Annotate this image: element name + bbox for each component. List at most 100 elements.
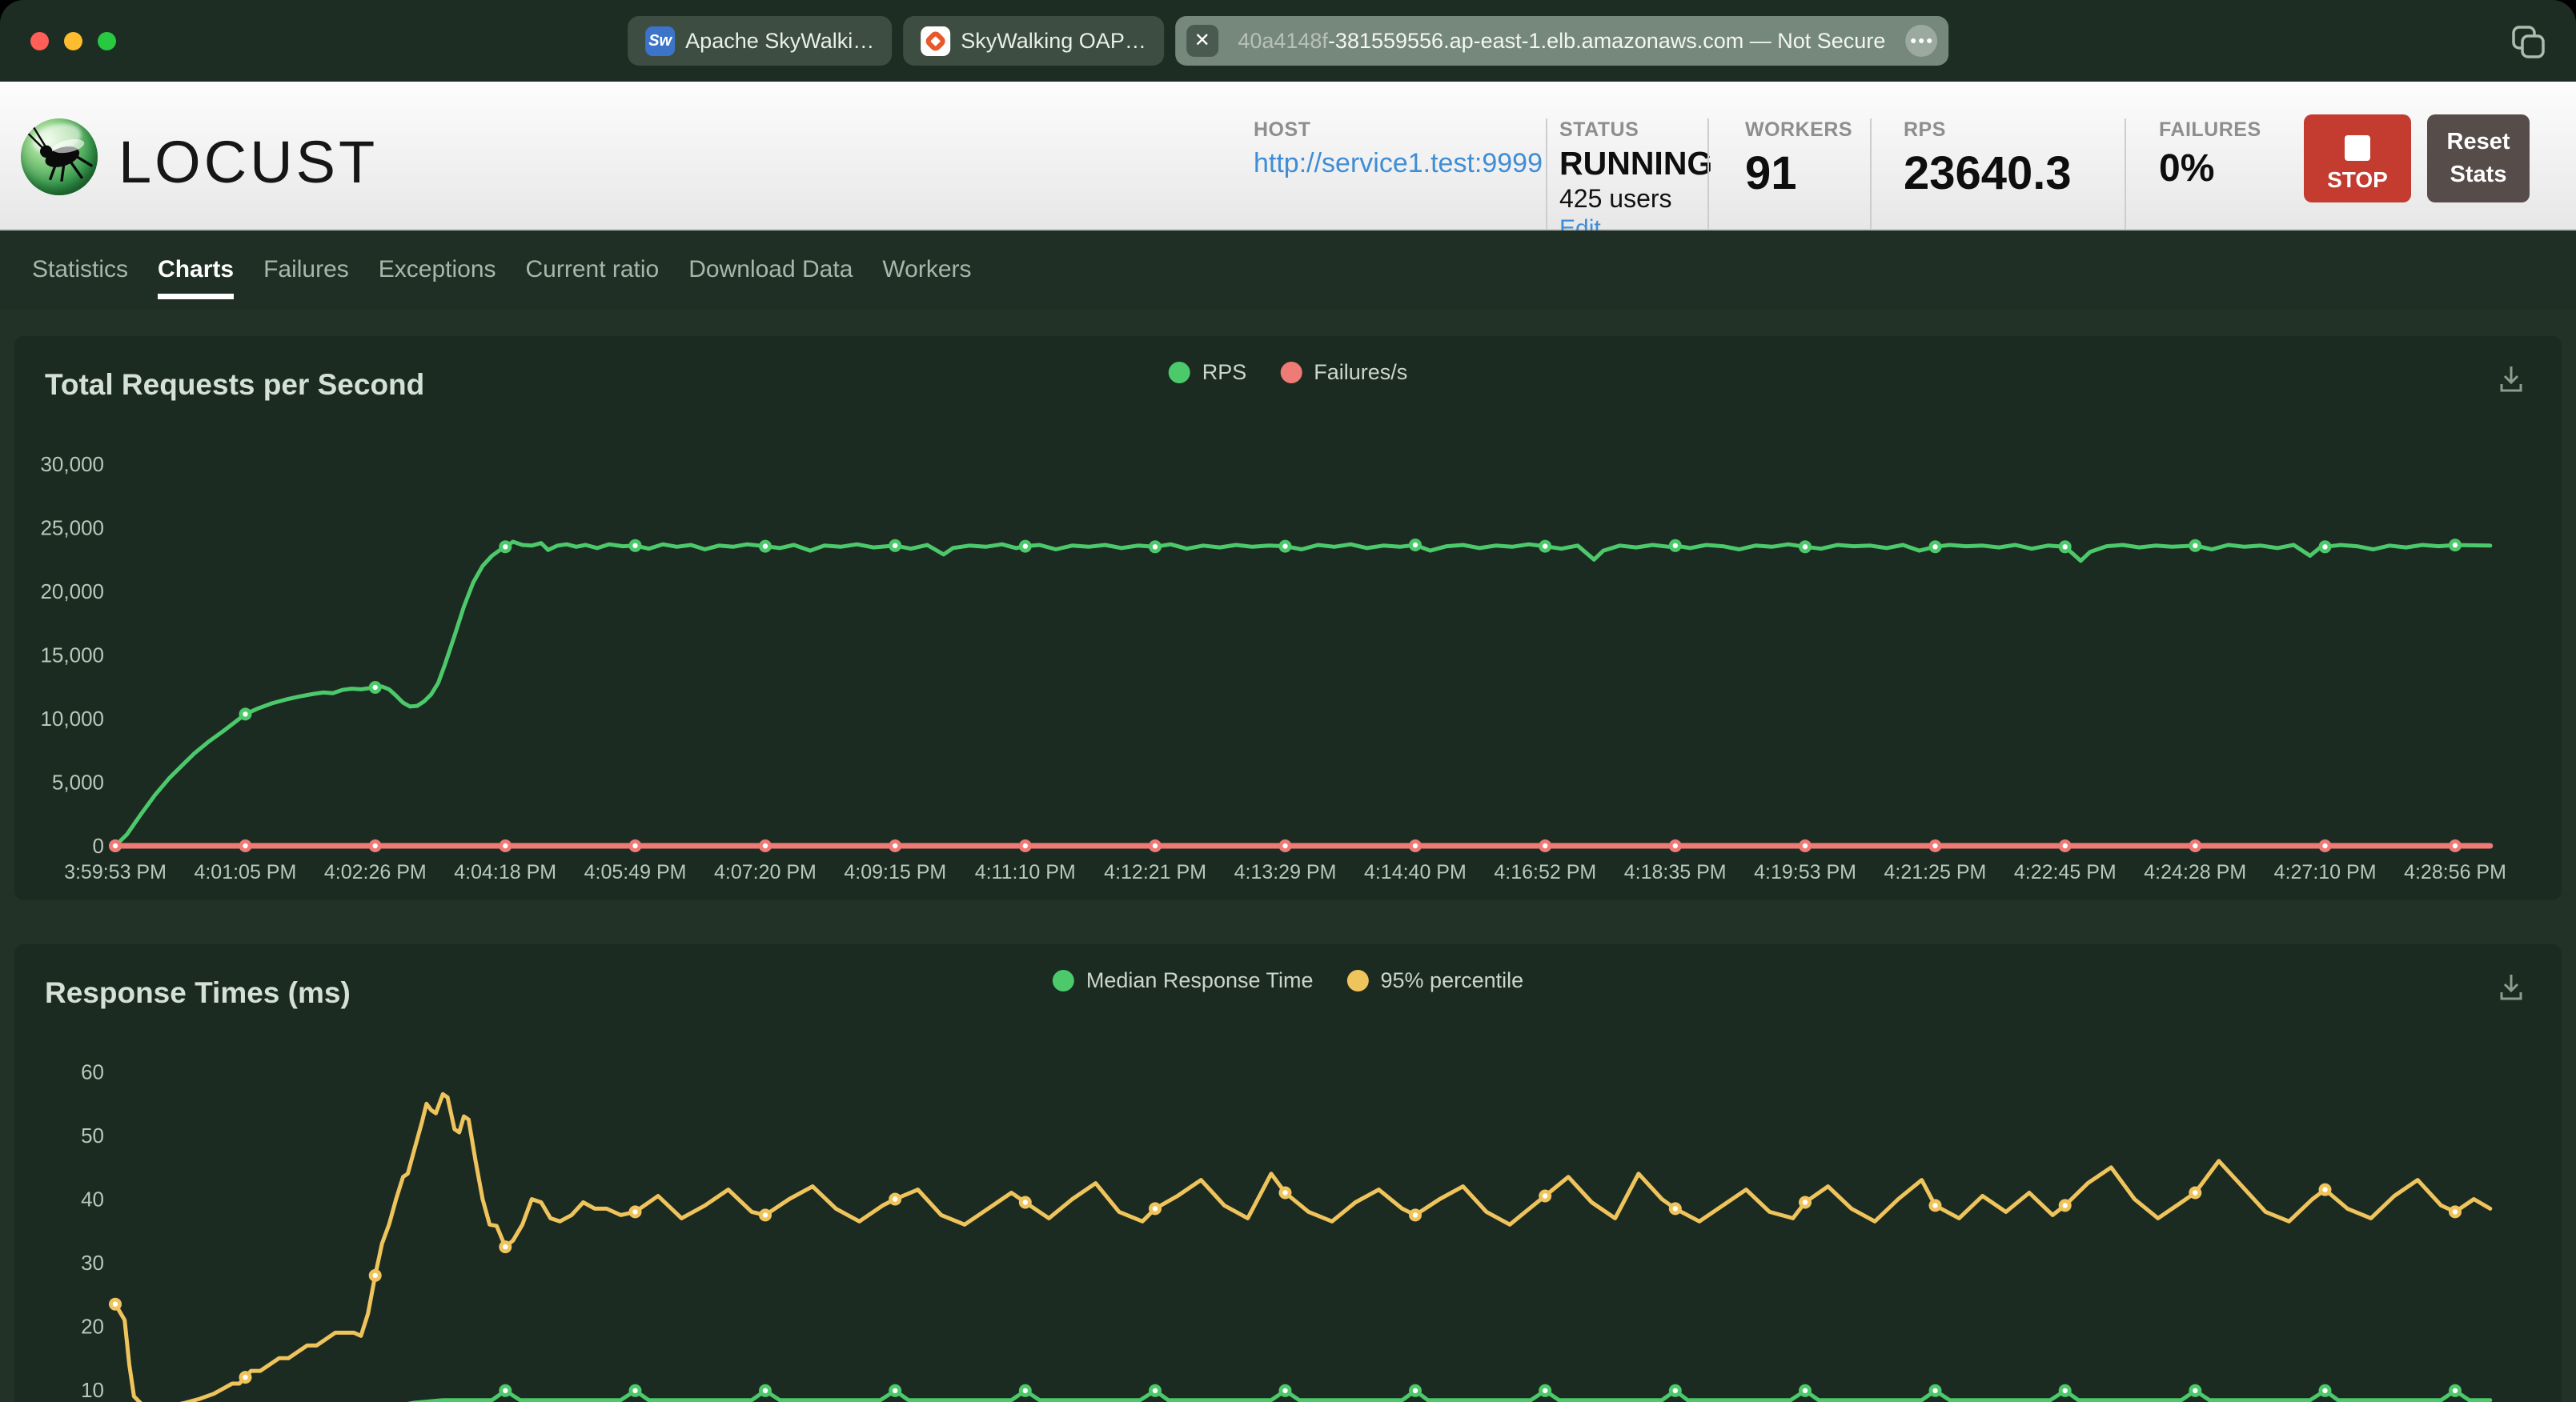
close-tab-icon[interactable]: ✕: [1186, 25, 1218, 57]
host-block: HOST http://service1.test:9999: [1254, 118, 1543, 179]
svg-text:60: 60: [81, 1060, 104, 1084]
svg-text:50: 50: [81, 1124, 104, 1148]
svg-text:25,000: 25,000: [40, 516, 104, 540]
svg-text:10,000: 10,000: [40, 707, 104, 731]
status-users: 425 users: [1559, 184, 1672, 213]
chart-legend: Median Response Time 95% percentile: [1052, 968, 1523, 993]
divider: [1707, 118, 1709, 229]
window-controls: [30, 32, 116, 50]
response-times-chart-plot[interactable]: 10 20 30 40 50 60: [14, 944, 2562, 1402]
minimize-window-button[interactable]: [64, 32, 82, 50]
tab-apache-skywalking[interactable]: Sw Apache SkyWalki…: [628, 16, 893, 66]
svg-text:4:12:21 PM: 4:12:21 PM: [1104, 861, 1206, 883]
locust-header: LOCUST HOST http://service1.test:9999 ST…: [0, 82, 2576, 242]
workers-value: 91: [1745, 147, 1797, 199]
svg-text:0: 0: [93, 834, 104, 858]
svg-text:4:22:45 PM: 4:22:45 PM: [2014, 861, 2117, 883]
svg-text:20: 20: [81, 1315, 104, 1339]
host-label: HOST: [1254, 118, 1311, 141]
workers-label: WORKERS: [1745, 118, 1853, 141]
svg-text:4:07:20 PM: 4:07:20 PM: [714, 861, 817, 883]
failures-value: 0%: [2159, 147, 2215, 190]
svg-text:3:59:53 PM: 3:59:53 PM: [64, 861, 167, 883]
status-block: STATUS RUNNING 425 users Edit: [1559, 118, 1712, 242]
svg-text:4:01:05 PM: 4:01:05 PM: [194, 861, 296, 883]
status-label: STATUS: [1559, 118, 1639, 141]
svg-text:4:28:56 PM: 4:28:56 PM: [2404, 861, 2506, 883]
svg-text:4:09:15 PM: 4:09:15 PM: [844, 861, 946, 883]
stop-button[interactable]: STOP: [2304, 114, 2411, 202]
svg-text:4:02:26 PM: 4:02:26 PM: [324, 861, 427, 883]
svg-text:4:05:49 PM: 4:05:49 PM: [584, 861, 687, 883]
rps-block: RPS 23640.3: [1904, 118, 2072, 200]
svg-text:4:21:25 PM: 4:21:25 PM: [1884, 861, 1987, 883]
skywalking-oap-tab-icon: [921, 26, 951, 56]
chart-title: Total Requests per Second: [45, 368, 425, 401]
browser-window: Sw Apache SkyWalki… SkyWalking OAP… ✕ 40…: [0, 0, 2576, 1402]
zoom-window-button[interactable]: [98, 32, 116, 50]
legend-item-rps[interactable]: RPS: [1168, 360, 1246, 385]
browser-chrome: Sw Apache SkyWalki… SkyWalking OAP… ✕ 40…: [0, 0, 2576, 82]
svg-text:4:18:35 PM: 4:18:35 PM: [1624, 861, 1727, 883]
failures-label: FAILURES: [2159, 118, 2261, 141]
tab-label: Apache SkyWalki…: [685, 28, 875, 53]
svg-text:4:16:52 PM: 4:16:52 PM: [1494, 861, 1596, 883]
legend-dot-yellow: [1346, 970, 1369, 991]
nav-current-ratio[interactable]: Current ratio: [526, 230, 660, 309]
tab-label: SkyWalking OAP…: [961, 28, 1146, 53]
svg-text:10: 10: [81, 1378, 104, 1402]
svg-text:30: 30: [81, 1251, 104, 1275]
svg-text:4:04:18 PM: 4:04:18 PM: [454, 861, 556, 883]
nav-exceptions[interactable]: Exceptions: [379, 230, 496, 309]
svg-text:4:14:40 PM: 4:14:40 PM: [1364, 861, 1467, 883]
status-value: RUNNING: [1559, 145, 1713, 182]
workers-block: WORKERS 91: [1745, 118, 1852, 200]
nav-statistics[interactable]: Statistics: [32, 230, 128, 309]
rps-label: RPS: [1904, 118, 1946, 141]
legend-item-95th[interactable]: 95% percentile: [1346, 968, 1523, 993]
divider: [1546, 118, 1547, 229]
app-title: LOCUST: [118, 129, 379, 195]
svg-text:4:27:10 PM: 4:27:10 PM: [2274, 861, 2377, 883]
divider: [2125, 118, 2126, 229]
rps-value: 23640.3: [1904, 147, 2072, 199]
tab-active-locust[interactable]: ✕ 40a4148f-381559556.ap-east-1.elb.amazo…: [1174, 16, 1948, 66]
chart-title: Response Times (ms): [45, 976, 351, 1009]
reset-stats-button[interactable]: Reset Stats: [2427, 114, 2530, 202]
legend-dot-green: [1168, 362, 1190, 383]
stop-icon: [2345, 135, 2370, 161]
host-url-link[interactable]: http://service1.test:9999: [1254, 148, 1543, 179]
legend-item-failures[interactable]: Failures/s: [1280, 360, 1407, 385]
divider: [1870, 118, 1872, 229]
main-nav: Statistics Charts Failures Exceptions Cu…: [0, 230, 2576, 309]
chart-panel-response-times: Response Times (ms) Median Response Time…: [14, 944, 2562, 1402]
chart-panel-rps: Total Requests per Second RPS Failures/s…: [14, 336, 2562, 900]
svg-text:4:24:28 PM: 4:24:28 PM: [2144, 861, 2246, 883]
nav-download-data[interactable]: Download Data: [688, 230, 853, 309]
legend-dot-red: [1280, 362, 1302, 383]
chart-legend: RPS Failures/s: [1168, 360, 1407, 385]
tab-skywalking-oap[interactable]: SkyWalking OAP…: [903, 16, 1164, 66]
nav-failures[interactable]: Failures: [263, 230, 349, 309]
download-chart-icon[interactable]: [2493, 968, 2530, 1005]
svg-text:30,000: 30,000: [40, 452, 104, 476]
svg-text:4:19:53 PM: 4:19:53 PM: [1754, 861, 1856, 883]
tab-overview-icon[interactable]: [2510, 24, 2549, 62]
nav-charts[interactable]: Charts: [158, 230, 235, 309]
svg-text:4:11:10 PM: 4:11:10 PM: [975, 861, 1076, 883]
page-content: Total Requests per Second RPS Failures/s…: [0, 309, 2576, 1402]
close-window-button[interactable]: [30, 32, 49, 50]
skywalking-tab-icon: Sw: [645, 26, 676, 56]
svg-text:4:13:29 PM: 4:13:29 PM: [1234, 861, 1337, 883]
legend-item-median[interactable]: Median Response Time: [1052, 968, 1314, 993]
tab-bar: Sw Apache SkyWalki… SkyWalking OAP… ✕ 40…: [628, 16, 1948, 66]
svg-text:40: 40: [81, 1188, 104, 1212]
locust-bug-icon: [27, 126, 94, 182]
more-options-icon[interactable]: [1904, 25, 1937, 57]
rps-chart-plot[interactable]: 0 5,000 10,000 15,000 20,000 25,000 30,000 3:59…: [14, 336, 2562, 900]
address-url: 40a4148f-381559556.ap-east-1.elb.amazona…: [1238, 28, 1886, 53]
nav-workers[interactable]: Workers: [882, 230, 971, 309]
failures-block: FAILURES 0%: [2159, 118, 2261, 190]
download-chart-icon[interactable]: [2493, 360, 2530, 397]
svg-text:15,000: 15,000: [40, 643, 104, 667]
